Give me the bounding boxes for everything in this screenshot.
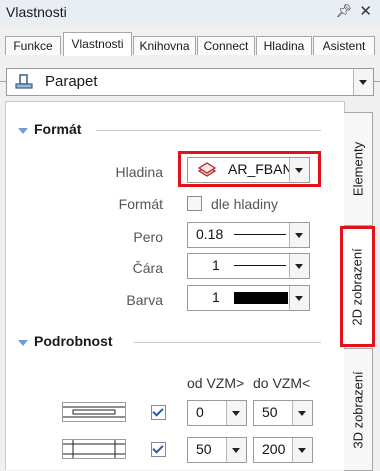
detail-from-select-1[interactable]: 0 xyxy=(187,400,247,426)
detail-from-value-1: 0 xyxy=(196,404,204,420)
detail-checkbox-2[interactable] xyxy=(151,442,166,457)
detail-line-sample-2 xyxy=(62,439,126,459)
col-from-header: od VZM> xyxy=(187,375,245,391)
detail-from-select-2[interactable]: 50 xyxy=(187,437,247,463)
tab-vlastnosti[interactable]: Vlastnosti xyxy=(63,32,132,56)
cara-label: Čára xyxy=(132,260,163,276)
chevron-down-icon[interactable] xyxy=(289,223,309,247)
layer-icon xyxy=(197,162,217,177)
detail-from-value-2: 50 xyxy=(196,441,212,457)
detail-to-select-1[interactable]: 50 xyxy=(253,400,313,426)
tab-funkce[interactable]: Funkce xyxy=(5,36,61,55)
chevron-down-icon[interactable] xyxy=(353,69,373,95)
chevron-down-icon[interactable] xyxy=(289,158,309,182)
format-label: Formát xyxy=(118,196,163,212)
line-sample xyxy=(234,265,286,266)
cara-select[interactable]: 1 xyxy=(187,253,310,279)
pero-value: 0.18 xyxy=(196,226,224,242)
pero-label: Pero xyxy=(133,229,163,245)
tab-connect[interactable]: Connect xyxy=(197,36,255,55)
detail-to-value-2: 200 xyxy=(262,441,286,457)
hladina-label: Hladina xyxy=(115,164,163,180)
highlight-2d-tab xyxy=(340,226,375,347)
color-swatch xyxy=(234,292,288,304)
object-type-select[interactable]: Parapet xyxy=(6,68,374,96)
barva-label: Barva xyxy=(126,292,163,308)
pin-icon[interactable]: 📌︎ xyxy=(335,3,352,19)
side-tab-elementy[interactable]: Elementy xyxy=(344,112,373,226)
tab-strip: Funkce Vlastnosti Knihovna Connect Hladi… xyxy=(0,26,380,82)
section-detail-title: Podrobnost xyxy=(34,333,113,349)
detail-line-sample-1 xyxy=(62,402,126,422)
chevron-down-icon[interactable] xyxy=(292,438,312,462)
col-to-header: do VZM< xyxy=(253,375,311,391)
hladina-value: AR_FBAN xyxy=(228,161,293,177)
cara-value: 1 xyxy=(212,257,220,273)
dle-hladiny-label: dle hladiny xyxy=(211,196,278,212)
detail-checkbox-1[interactable] xyxy=(151,405,166,420)
pen-sample-line xyxy=(234,234,286,235)
title-bar: Vlastnosti 📌︎ ✕ xyxy=(0,0,380,27)
parapet-icon xyxy=(15,74,33,89)
section-format-title: Formát xyxy=(34,121,82,137)
chevron-down-icon[interactable] xyxy=(226,438,246,462)
close-icon[interactable]: ✕ xyxy=(359,2,372,20)
section-divider xyxy=(96,130,321,131)
tab-knihovna[interactable]: Knihovna xyxy=(133,36,196,55)
properties-panel: Formát Hladina AR_FBAN Formát dle hladin… xyxy=(5,101,345,470)
collapse-arrow-icon[interactable] xyxy=(18,340,28,346)
chevron-down-icon[interactable] xyxy=(289,286,309,310)
hladina-select[interactable]: AR_FBAN xyxy=(187,157,310,183)
pero-select[interactable]: 0.18 xyxy=(187,222,310,248)
chevron-down-icon[interactable] xyxy=(292,401,312,425)
tab-hladina[interactable]: Hladina xyxy=(256,36,312,55)
chevron-down-icon[interactable] xyxy=(226,401,246,425)
detail-to-select-2[interactable]: 200 xyxy=(253,437,313,463)
barva-value: 1 xyxy=(212,289,220,305)
object-type-value: Parapet xyxy=(45,73,98,90)
dle-hladiny-checkbox[interactable] xyxy=(187,196,202,211)
chevron-down-icon[interactable] xyxy=(289,254,309,278)
collapse-arrow-icon[interactable] xyxy=(18,128,28,134)
side-tab-3d-zobrazeni[interactable]: 3D zobrazení xyxy=(344,348,373,471)
tab-asistent[interactable]: Asistent xyxy=(313,36,375,55)
detail-to-value-1: 50 xyxy=(262,404,278,420)
window-title: Vlastnosti xyxy=(6,4,67,20)
section-divider xyxy=(134,342,321,343)
barva-select[interactable]: 1 xyxy=(187,285,310,311)
